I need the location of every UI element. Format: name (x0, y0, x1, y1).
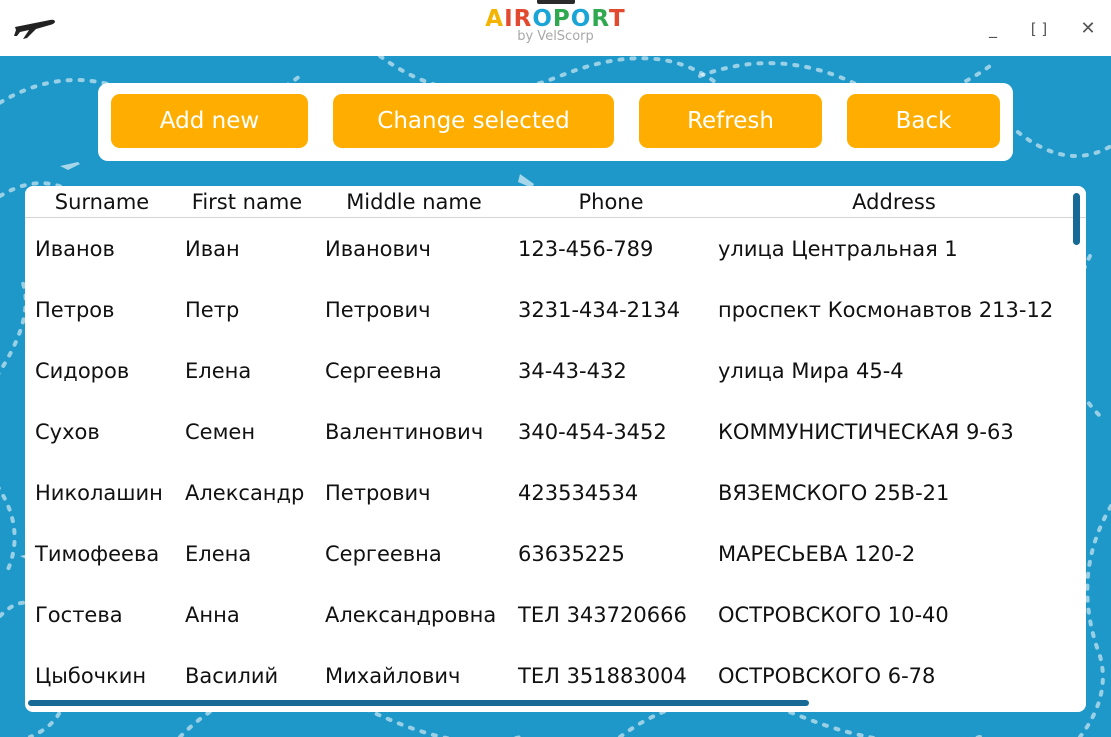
table-row[interactable]: Цыбочкин Василий Михайлович ТЕЛ 35188300… (25, 646, 1075, 707)
back-button[interactable]: Back (847, 94, 1000, 148)
cell-middle-name: Сергеевна (325, 542, 442, 566)
cell-phone: 34-43-432 (518, 359, 627, 383)
cell-phone: 340-454-3452 (518, 420, 667, 444)
cell-address: проспект Космонавтов 213-12 (718, 298, 1054, 322)
cell-address: улица Центральная 1 (718, 237, 958, 261)
add-new-button[interactable]: Add new (111, 94, 308, 148)
cell-surname: Сидоров (35, 359, 130, 383)
cell-surname: Петров (35, 298, 115, 322)
column-header-middle-name[interactable]: Middle name (315, 186, 513, 218)
column-header-surname[interactable]: Surname (25, 186, 179, 218)
cell-first-name: Елена (185, 359, 252, 383)
column-header-first-name[interactable]: First name (179, 186, 315, 218)
cell-address: МАРЕСЬЕВА 120-2 (718, 542, 916, 566)
logo-letter: R (591, 6, 610, 32)
cell-middle-name: Петрович (325, 481, 431, 505)
logo-letter: A (485, 6, 505, 32)
cell-first-name: Елена (185, 542, 252, 566)
cell-surname: Цыбочкин (35, 664, 147, 688)
cell-address: ВЯЗЕМСКОГО 25В-21 (718, 481, 950, 505)
change-selected-button[interactable]: Change selected (333, 94, 614, 148)
cell-first-name: Иван (185, 237, 240, 261)
logo-letter: T (609, 6, 626, 32)
cell-address: ОСТРОВСКОГО 6-78 (718, 664, 936, 688)
cell-first-name: Александр (185, 481, 305, 505)
passengers-table: Surname First name Middle name Phone Add… (25, 186, 1086, 712)
toolbar: Add new Change selected Refresh Back (98, 83, 1013, 161)
vertical-scrollbar[interactable] (1073, 193, 1080, 245)
cell-middle-name: Александровна (325, 603, 497, 627)
table-row[interactable]: Гостева Анна Александровна ТЕЛ 343720666… (25, 585, 1075, 646)
cell-middle-name: Сергеевна (325, 359, 442, 383)
cell-middle-name: Иванович (325, 237, 431, 261)
logo-subtitle: by VelScorp (517, 29, 594, 44)
table-row[interactable]: Сухов Семен Валентинович 340-454-3452 КО… (25, 402, 1075, 463)
cell-phone: ТЕЛ 351883004 (518, 664, 687, 688)
table-header: Surname First name Middle name Phone Add… (25, 186, 1086, 218)
table-row[interactable]: Тимофеева Елена Сергеевна 63635225 МАРЕС… (25, 524, 1075, 585)
cell-phone: 123-456-789 (518, 237, 654, 261)
cell-middle-name: Михайлович (325, 664, 461, 688)
cell-address: КОММУНИСТИЧЕСКАЯ 9-63 (718, 420, 1014, 444)
background-map: Add new Change selected Refresh Back Sur… (0, 56, 1111, 737)
logo-letter: I (504, 6, 514, 32)
cell-first-name: Анна (185, 603, 240, 627)
cell-surname: Сухов (35, 420, 100, 444)
horizontal-scrollbar[interactable] (28, 700, 809, 706)
cell-first-name: Семен (185, 420, 256, 444)
cell-phone: 3231-434-2134 (518, 298, 681, 322)
title-bar: AIROPORT by VelScorp _ [ ] ✕ (0, 0, 1111, 56)
cell-address: улица Мира 45-4 (718, 359, 904, 383)
column-header-address[interactable]: Address (709, 186, 1079, 218)
refresh-button[interactable]: Refresh (639, 94, 822, 148)
cell-phone: ТЕЛ 343720666 (518, 603, 687, 627)
column-header-phone[interactable]: Phone (513, 186, 709, 218)
cell-surname: Николашин (35, 481, 163, 505)
cell-middle-name: Валентинович (325, 420, 484, 444)
cell-phone: 423534534 (518, 481, 639, 505)
table-row[interactable]: Николашин Александр Петрович 423534534 В… (25, 463, 1075, 524)
app-logo: AIROPORT by VelScorp (0, 4, 1111, 44)
cell-surname: Иванов (35, 237, 115, 261)
cell-phone: 63635225 (518, 542, 625, 566)
cell-middle-name: Петрович (325, 298, 431, 322)
maximize-button[interactable]: [ ] (1024, 14, 1054, 44)
minimize-button[interactable]: _ (978, 14, 1008, 44)
cell-surname: Гостева (35, 603, 123, 627)
close-button[interactable]: ✕ (1073, 14, 1103, 44)
cell-surname: Тимофеева (35, 542, 160, 566)
cell-first-name: Василий (185, 664, 279, 688)
table-row[interactable]: Петров Петр Петрович 3231-434-2134 просп… (25, 280, 1075, 341)
table-row[interactable]: Сидоров Елена Сергеевна 34-43-432 улица … (25, 341, 1075, 402)
cell-first-name: Петр (185, 298, 240, 322)
cell-address: ОСТРОВСКОГО 10-40 (718, 603, 949, 627)
table-row[interactable]: Иванов Иван Иванович 123-456-789 улица Ц… (25, 219, 1075, 280)
